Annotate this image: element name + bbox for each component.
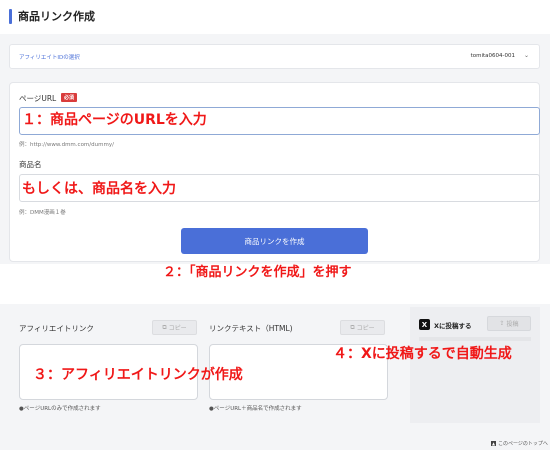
url-field-label: ページURL [19,94,57,103]
copy-link-text-button[interactable]: ⧉ コピー [340,320,385,335]
chevron-down-icon: ⌄ [523,52,529,59]
x-preview-placeholder [419,337,531,341]
copy-affiliate-link-button[interactable]: ⧉ コピー [152,320,197,335]
product-name-label: 商品名 [19,160,42,169]
copy-label: コピー [356,325,375,332]
affiliate-id-label: アフィリエイトIDの選択 [19,55,80,61]
annotation-step-2: ２：「商品リンクを作成」を押す [163,265,352,280]
copy-icon: ⧉ [162,323,167,331]
create-link-button[interactable]: 商品リンクを作成 [181,228,368,254]
x-logo-icon: X [419,319,430,330]
affiliate-link-note: ●ページURLのみで作成されます [19,406,101,412]
arrow-up-icon: ▲ [491,441,496,446]
copy-icon: ⧉ [350,323,355,331]
title-accent-bar [9,9,12,24]
page-top-link[interactable]: ▲ このページのトップへ [491,440,548,447]
x-post-label: Xに投稿する [434,322,472,330]
annotation-step-4: ４：Xに投稿するで自動生成 [333,346,512,362]
page-top-label: このページのトップへ [498,441,548,447]
page-header: 商品リンク作成 [0,0,550,34]
annotation-step-3: ３：アフィリエイトリンクが作成 [33,367,243,383]
post-label: 投稿 [506,321,519,328]
name-example-hint: 例：DMM漫画１巻 [19,210,66,216]
copy-label: コピー [168,325,187,332]
link-text-note: ●ページURL＋商品名で作成されます [209,406,302,412]
share-icon: ⇪ [499,320,505,327]
post-to-x-button[interactable]: ⇪ 投稿 [487,316,531,331]
affiliate-id-value: tomita0604-001 [470,53,515,59]
url-example-hint: 例：http://www.dmm.com/dummy/ [19,142,114,148]
required-badge: 必須 [61,93,78,102]
annotation-step-1-alt: もしくは、商品名を入力 [22,181,176,197]
x-post-panel: X Xに投稿する ⇪ 投稿 [410,307,540,423]
annotation-step-1: １：商品ページのURLを入力 [22,112,207,128]
affiliate-id-select[interactable]: アフィリエイトIDの選択 tomita0604-001 ⌄ [9,44,540,69]
page-title: 商品リンク作成 [18,10,95,23]
link-text-title: リンクテキスト（HTML) [209,324,293,333]
affiliate-link-title: アフィリエイトリンク [19,324,94,333]
